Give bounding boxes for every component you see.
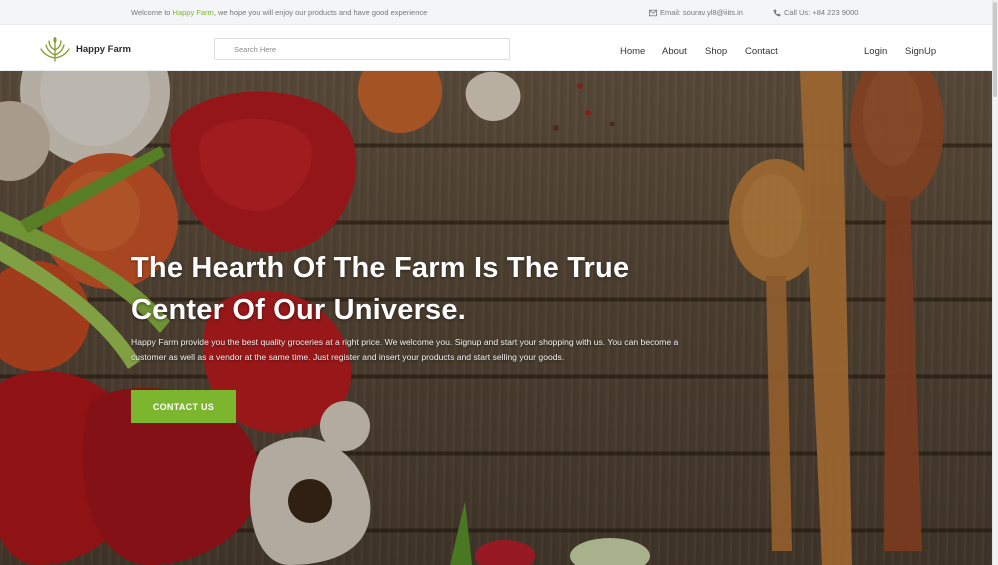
hero-description: Happy Farm provide you the best quality … (131, 335, 741, 365)
hero-title-line2: Center Of Our Universe. (131, 294, 466, 326)
wheat-icon (40, 37, 70, 62)
hero-text-line2: customer as well as a vendor at the same… (131, 352, 565, 362)
nav-contact[interactable]: Contact (745, 46, 778, 57)
email-text: Email: sourav.yl8@iiits.in (660, 8, 743, 17)
welcome-suffix: , we hope you will enjoy our products an… (213, 8, 428, 17)
welcome-prefix: Welcome to (131, 8, 173, 17)
hero-title: The Hearth Of The Farm Is The True Cente… (131, 247, 731, 331)
logo[interactable]: Happy Farm (38, 36, 131, 62)
hero-title-line1: The Hearth Of The Farm Is The True (131, 252, 630, 284)
phone-icon (773, 9, 781, 16)
envelope-icon (649, 9, 657, 16)
nav-login[interactable]: Login (864, 46, 887, 57)
search-input[interactable] (214, 38, 510, 60)
nav-signup[interactable]: SignUp (905, 46, 936, 57)
page-scrollbar[interactable] (992, 0, 998, 565)
top-info-bar: Welcome to Happy Farm, we hope you will … (0, 0, 992, 25)
nav-home[interactable]: Home (620, 46, 645, 57)
welcome-message: Welcome to Happy Farm, we hope you will … (131, 8, 427, 17)
nav-about[interactable]: About (662, 46, 687, 57)
scrollbar-thumb[interactable] (993, 2, 997, 97)
main-header: Happy Farm Home About Shop Contact Login… (0, 25, 992, 71)
contact-us-button[interactable]: CONTACT US (131, 390, 236, 423)
phone-text: Call Us: +84 223 9000 (784, 8, 859, 17)
contact-phone: Call Us: +84 223 9000 (773, 8, 858, 17)
nav-shop[interactable]: Shop (705, 46, 727, 57)
hero-banner: The Hearth Of The Farm Is The True Cente… (0, 71, 992, 565)
contact-email: Email: sourav.yl8@iiits.in (649, 8, 743, 17)
welcome-brand: Happy Farm (172, 8, 214, 17)
logo-text: Happy Farm (76, 43, 131, 55)
hero-text-line1: Happy Farm provide you the best quality … (131, 337, 679, 347)
